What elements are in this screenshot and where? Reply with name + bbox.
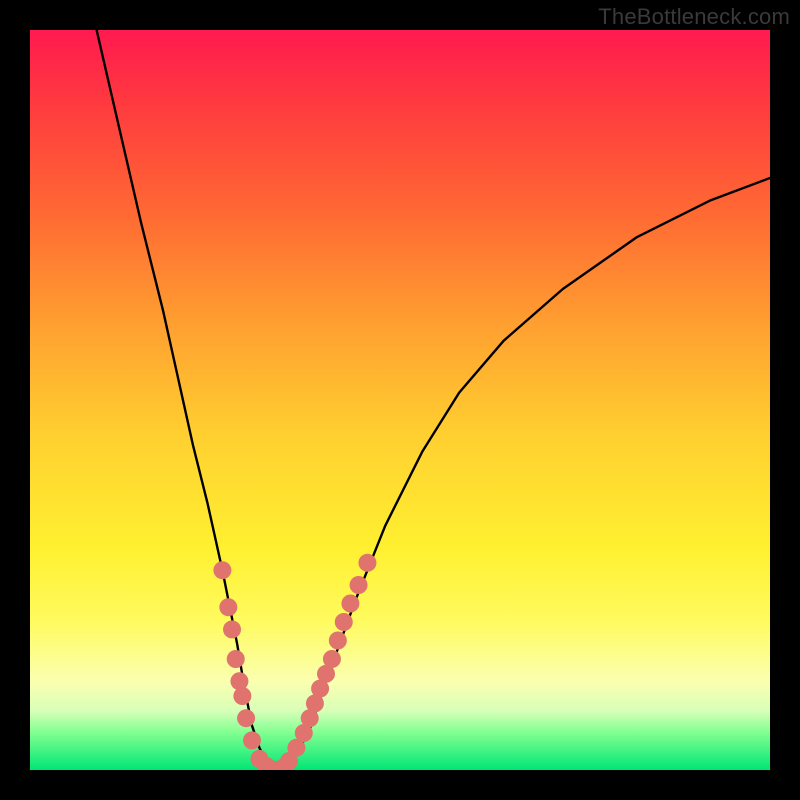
marker-dot bbox=[227, 650, 245, 668]
marker-dot bbox=[350, 576, 368, 594]
marker-dot bbox=[233, 687, 251, 705]
chart-frame: TheBottleneck.com bbox=[0, 0, 800, 800]
chart-svg bbox=[30, 30, 770, 770]
marker-dot bbox=[230, 672, 248, 690]
marker-dot bbox=[223, 620, 241, 638]
marker-dot bbox=[329, 632, 347, 650]
curve-line bbox=[97, 30, 770, 770]
marker-dot bbox=[341, 595, 359, 613]
marker-dot bbox=[335, 613, 353, 631]
marker-dot bbox=[323, 650, 341, 668]
marker-dot bbox=[213, 561, 231, 579]
marker-dot bbox=[243, 731, 261, 749]
marker-group bbox=[213, 554, 376, 770]
marker-dot bbox=[237, 709, 255, 727]
marker-dot bbox=[358, 554, 376, 572]
plot-area bbox=[30, 30, 770, 770]
watermark-text: TheBottleneck.com bbox=[598, 4, 790, 30]
marker-dot bbox=[219, 598, 237, 616]
